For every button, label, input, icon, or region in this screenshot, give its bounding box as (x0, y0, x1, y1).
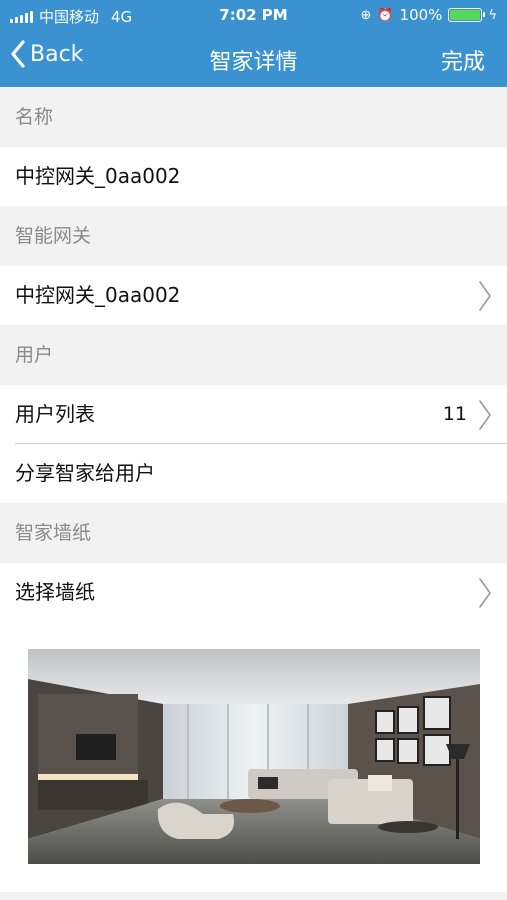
wallpaper-preview-image[interactable] (28, 649, 480, 864)
status-bar: 中国移动 4G 7:02 PM ⊕ ⏰ 100% ϟ (0, 0, 507, 30)
section-header-gateway: 智能网关 (15, 225, 92, 247)
done-button[interactable]: 完成 (441, 44, 485, 76)
chevron-left-icon (11, 40, 25, 68)
gateway-row[interactable]: 中控网关_0aa002 (0, 266, 507, 325)
section-header-users: 用户 (15, 344, 54, 366)
share-label: 分享智家给用户 (15, 461, 155, 485)
share-row[interactable]: 分享智家给用户 (0, 444, 507, 503)
alarm-icon: ⏰ (377, 7, 394, 23)
select-wallpaper-row[interactable]: 选择墙纸 (0, 563, 507, 622)
section-header-name: 名称 (15, 106, 54, 128)
chevron-right-icon (479, 400, 491, 430)
living-room-illustration (28, 649, 480, 864)
status-right: ⊕ ⏰ 100% ϟ (360, 6, 497, 24)
user-list-label: 用户列表 (15, 402, 95, 426)
back-button[interactable]: Back (10, 40, 83, 68)
navigation-bar: Back 智家详情 完成 (0, 30, 507, 87)
gateway-name-value: 中控网关_0aa002 (15, 283, 181, 307)
wallpaper-preview-area (0, 621, 507, 892)
user-count: 11 (442, 403, 467, 425)
chevron-right-icon (479, 578, 491, 608)
device-name-value: 中控网关_0aa002 (15, 164, 181, 188)
back-label: Back (30, 41, 84, 67)
section-header-wallpaper: 智家墙纸 (15, 522, 92, 544)
battery-icon (448, 8, 486, 22)
chevron-right-icon (479, 281, 491, 311)
battery-percent: 100% (399, 6, 443, 24)
charging-icon: ϟ (488, 7, 497, 23)
user-list-row[interactable]: 用户列表 11 (0, 385, 507, 444)
rotation-lock-icon: ⊕ (360, 7, 372, 23)
name-row[interactable]: 中控网关_0aa002 (0, 147, 507, 206)
select-wallpaper-label: 选择墙纸 (15, 580, 95, 604)
